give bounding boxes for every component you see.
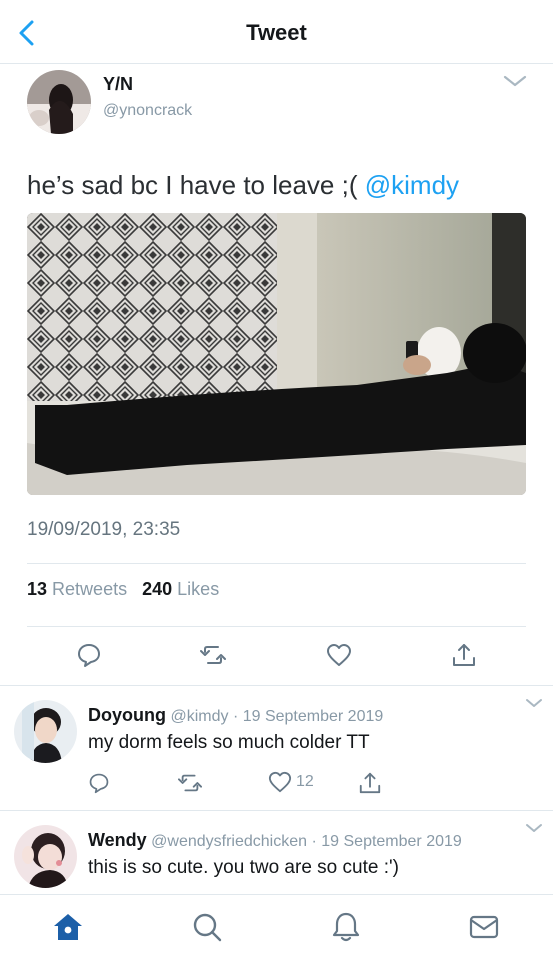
chevron-down-icon[interactable] xyxy=(502,72,528,90)
chevron-down-icon[interactable] xyxy=(524,696,544,710)
retweets-count[interactable]: 13 xyxy=(27,579,47,599)
reply-author-name[interactable]: Doyoung xyxy=(88,705,166,725)
like-icon[interactable] xyxy=(326,642,352,668)
avatar[interactable] xyxy=(14,825,77,888)
tweet-body: he’s sad bc I have to leave ;( xyxy=(27,170,358,200)
like-count: 12 xyxy=(296,773,314,790)
search-icon[interactable] xyxy=(191,911,223,943)
reply-author-handle[interactable]: @kimdy xyxy=(170,708,228,725)
messages-icon[interactable] xyxy=(468,911,500,943)
divider xyxy=(0,810,553,811)
reply-date: 19 September 2019 xyxy=(321,833,462,850)
share-icon[interactable] xyxy=(358,770,382,796)
reply-author-handle[interactable]: @wendysfriedchicken xyxy=(151,833,307,850)
author-handle[interactable]: @ynoncrack xyxy=(103,102,192,120)
author-name[interactable]: Y/N xyxy=(103,74,133,95)
home-icon[interactable] xyxy=(52,911,84,943)
reply-author-name[interactable]: Wendy xyxy=(88,830,147,850)
divider xyxy=(27,563,526,564)
separator-dot: · xyxy=(311,833,317,850)
likes-label[interactable]: Likes xyxy=(177,579,219,599)
share-icon[interactable] xyxy=(451,642,477,668)
reply-text: my dorm feels so much colder TT xyxy=(88,732,370,753)
retweet-icon[interactable] xyxy=(178,770,202,796)
top-bar: Tweet xyxy=(0,0,553,64)
reply-header: Wendy @wendysfriedchicken · 19 September… xyxy=(88,830,462,851)
tweet-text: he’s sad bc I have to leave ;( @kimdy xyxy=(27,170,459,201)
chevron-down-icon[interactable] xyxy=(524,821,544,835)
retweet-icon[interactable] xyxy=(200,642,226,668)
avatar[interactable] xyxy=(14,700,77,763)
mention-link[interactable]: @kimdy xyxy=(365,170,459,200)
reply-icon[interactable] xyxy=(88,770,110,796)
divider xyxy=(0,685,553,686)
likes-count[interactable]: 240 xyxy=(142,579,172,599)
reply-header: Doyoung @kimdy · 19 September 2019 xyxy=(88,705,383,726)
page-title: Tweet xyxy=(246,20,307,45)
tweet-timestamp: 19/09/2019, 23:35 xyxy=(27,519,181,540)
notifications-icon[interactable] xyxy=(330,911,362,943)
tweet-photo[interactable] xyxy=(27,213,526,495)
bottom-nav xyxy=(0,894,553,960)
like-button[interactable]: 12 xyxy=(268,770,328,796)
reply-icon[interactable] xyxy=(76,642,102,668)
reply-actions: 12 xyxy=(88,770,408,796)
tweet-actions xyxy=(0,642,553,672)
tweet-stats: 13 Retweets 240 Likes xyxy=(27,579,219,600)
reply-text: this is so cute. you two are so cute :') xyxy=(88,857,399,878)
avatar[interactable] xyxy=(27,70,91,134)
separator-dot: · xyxy=(232,708,239,725)
reply-date: 19 September 2019 xyxy=(242,708,384,725)
like-icon xyxy=(268,771,292,793)
retweets-label[interactable]: Retweets xyxy=(52,579,127,599)
divider xyxy=(27,626,526,627)
